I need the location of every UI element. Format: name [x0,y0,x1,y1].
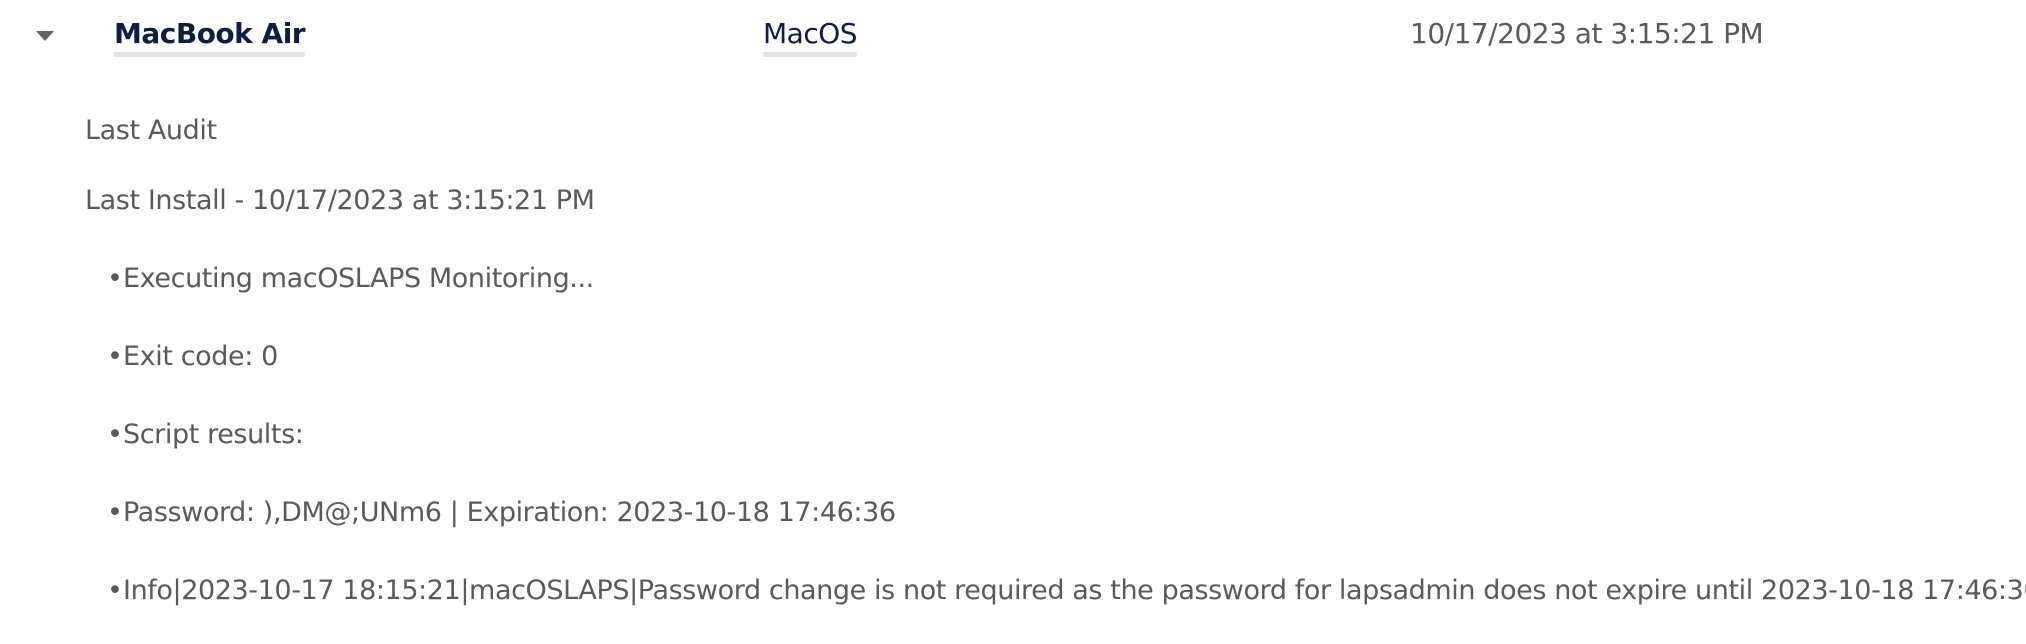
log-line-text: Info|2023-10-17 18:15:21|macOSLAPS|Passw… [123,575,2026,606]
log-line-text: Exit code: 0 [123,341,278,372]
log-line-text: Executing macOSLAPS Monitoring... [123,263,594,294]
list-item: •Script results: [107,419,304,450]
os-link[interactable]: MacOS [763,17,858,57]
last-audit-label: Last Audit [85,115,217,146]
list-item: •Executing macOSLAPS Monitoring... [107,263,594,294]
bullet-icon: • [107,341,123,372]
device-timestamp: 10/17/2023 at 3:15:21 PM [1410,17,1764,50]
bullet-icon: • [107,497,123,528]
log-line-text: Script results: [123,419,304,450]
caret-down-icon[interactable] [36,31,54,41]
bullet-icon: • [107,575,123,606]
device-row[interactable]: MacBook Air MacOS 10/17/2023 at 3:15:21 … [0,0,2026,72]
list-item: •Info|2023-10-17 18:15:21|macOSLAPS|Pass… [107,575,2026,606]
last-install-label: Last Install - 10/17/2023 at 3:15:21 PM [85,185,595,216]
log-line-text: Password: ),DM@;UNm6 | Expiration: 2023-… [123,497,896,528]
device-name-link[interactable]: MacBook Air [114,17,306,57]
bullet-icon: • [107,419,123,450]
list-item: •Exit code: 0 [107,341,278,372]
list-item: •Password: ),DM@;UNm6 | Expiration: 2023… [107,497,896,528]
bullet-icon: • [107,263,123,294]
